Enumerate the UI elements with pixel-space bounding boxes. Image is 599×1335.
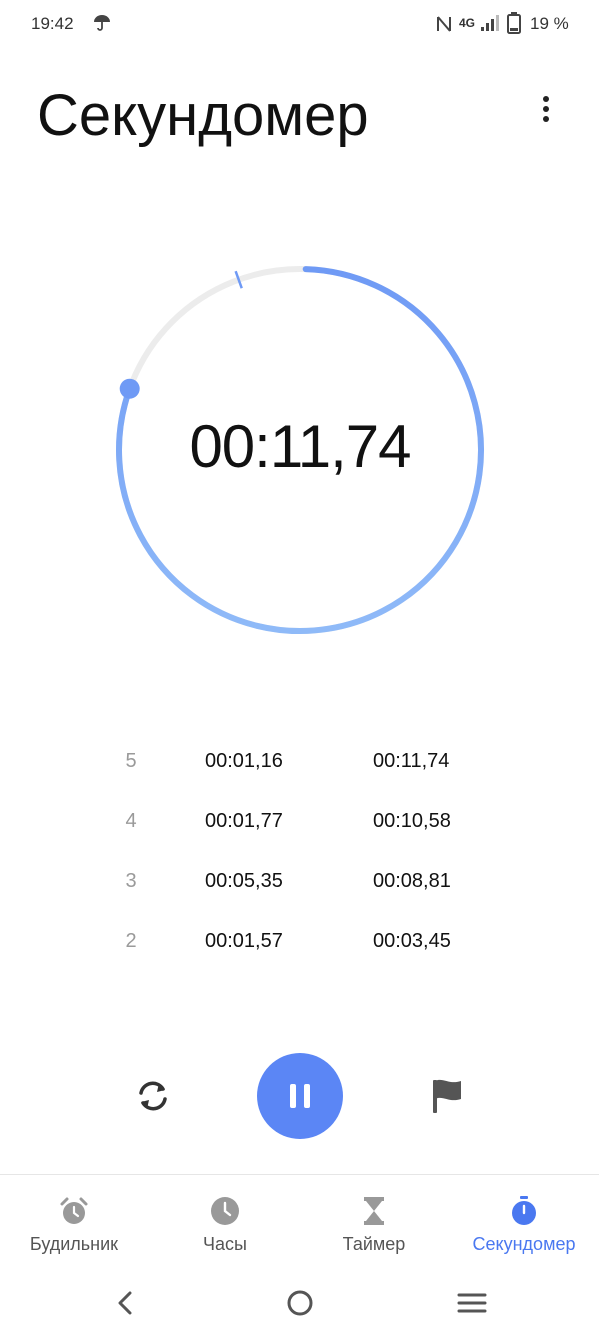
lap-split-time: 00:01,16 — [205, 750, 283, 772]
tab-timer[interactable]: Таймер — [330, 1190, 418, 1260]
lap-total-time: 00:10,58 — [373, 810, 451, 832]
dial-progress-knob — [119, 378, 140, 399]
lap-row: 4 00:01,77 00:10,58 — [0, 790, 599, 850]
status-bar: 19:42 4G 19 % — [0, 0, 599, 52]
pause-button[interactable] — [257, 1053, 343, 1139]
battery-percent: 19 % — [530, 14, 569, 33]
stopwatch-icon — [512, 1196, 536, 1225]
lap-row: 2 00:01,57 00:03,45 — [0, 910, 599, 970]
signal-icon — [481, 15, 499, 31]
page-title: Секундомер — [37, 83, 369, 148]
tab-label: Секундомер — [472, 1234, 576, 1254]
reset-button[interactable] — [132, 1075, 174, 1117]
lap-list: 5 00:01,16 00:11,74 4 00:01,77 00:10,58 … — [0, 730, 599, 970]
lap-split-time: 00:01,77 — [205, 810, 283, 832]
lap-row: 5 00:01,16 00:11,74 — [0, 730, 599, 790]
nfc-icon — [437, 16, 451, 32]
tab-alarm[interactable]: Будильник — [22, 1190, 126, 1260]
pause-icon — [304, 1084, 310, 1108]
back-icon — [118, 1291, 132, 1315]
lap-split-time: 00:01,57 — [205, 930, 283, 952]
more-vert-icon[interactable] — [530, 92, 562, 132]
clock-icon — [211, 1197, 239, 1225]
status-time: 19:42 — [31, 14, 74, 33]
tab-label: Таймер — [342, 1234, 406, 1254]
umbrella-icon — [94, 15, 110, 31]
lap-number: 3 — [125, 870, 137, 892]
alarm-icon — [60, 1197, 88, 1224]
battery-icon — [507, 12, 521, 34]
reset-icon — [139, 1081, 167, 1111]
lap-total-time: 00:03,45 — [373, 930, 451, 952]
tab-stopwatch[interactable]: Секундомер — [466, 1190, 582, 1260]
recents-button[interactable] — [452, 1284, 492, 1324]
elapsed-time: 00:11,74 — [189, 413, 411, 480]
tab-label: Часы — [203, 1234, 247, 1254]
home-button[interactable] — [280, 1284, 320, 1324]
tabbar-divider — [0, 1174, 599, 1175]
recents-icon — [457, 1293, 487, 1313]
back-button[interactable] — [106, 1284, 146, 1324]
lap-button[interactable] — [427, 1075, 469, 1117]
home-icon — [287, 1290, 313, 1316]
pause-icon — [290, 1084, 296, 1108]
lap-total-time: 00:11,74 — [373, 750, 450, 772]
hourglass-icon — [364, 1197, 384, 1225]
tab-clock[interactable]: Часы — [180, 1190, 270, 1260]
lap-row: 3 00:05,35 00:08,81 — [0, 850, 599, 910]
lap-number: 2 — [125, 930, 137, 952]
lap-split-time: 00:05,35 — [205, 870, 283, 892]
system-nav-bar — [0, 1270, 599, 1335]
network-type: 4G — [459, 16, 476, 30]
lap-number: 4 — [125, 810, 137, 832]
flag-icon — [433, 1079, 461, 1113]
tab-label: Будильник — [29, 1234, 119, 1254]
lap-total-time: 00:08,81 — [373, 870, 451, 892]
lap-number: 5 — [125, 750, 137, 772]
